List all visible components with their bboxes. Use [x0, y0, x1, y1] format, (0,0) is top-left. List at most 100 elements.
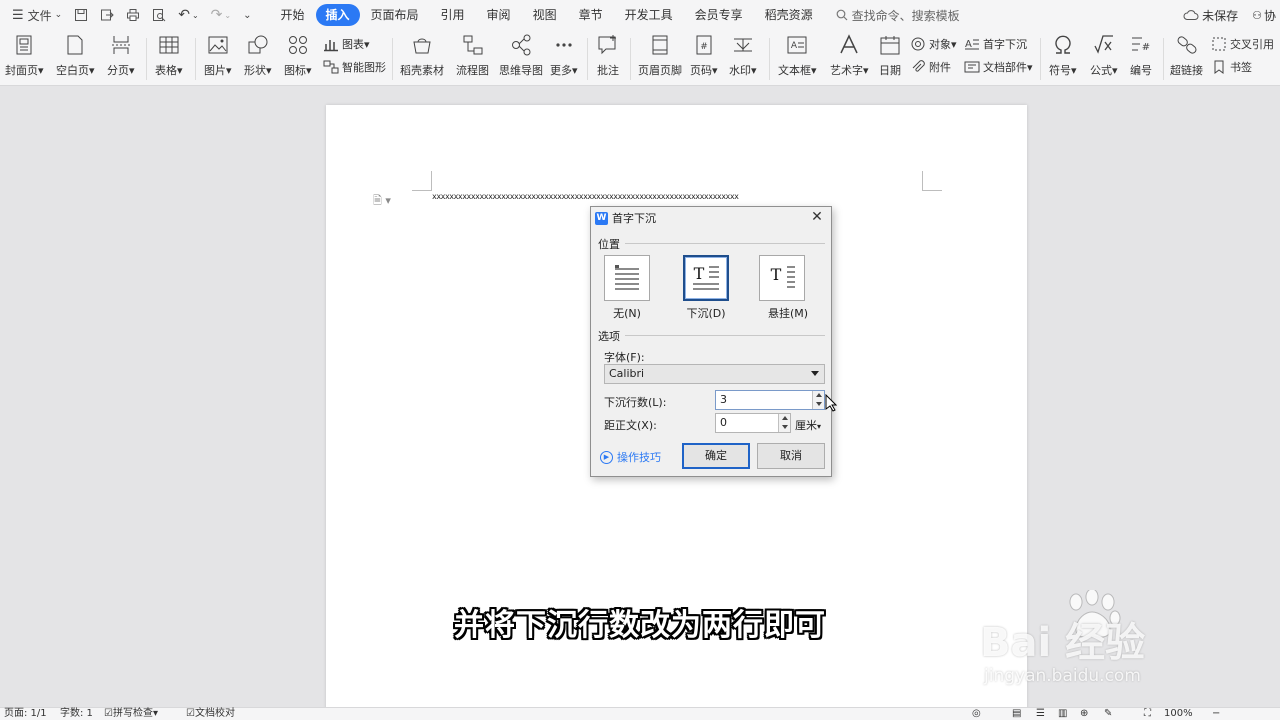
tab-member[interactable]: 会员专享	[684, 4, 754, 26]
redo-icon[interactable]: ↷ ⌄	[207, 4, 235, 26]
page-count[interactable]: 页面: 1/1	[4, 708, 47, 720]
page-view-icon[interactable]: ▤	[1012, 708, 1021, 720]
print-preview-icon[interactable]	[148, 4, 170, 26]
zoom-out-icon[interactable]: −	[1212, 708, 1220, 720]
tab-home[interactable]: 开始	[269, 4, 315, 26]
mindmap-button[interactable]: 思维导图	[499, 34, 543, 78]
symbol-button[interactable]: 符号▾	[1049, 34, 1077, 78]
undo-icon[interactable]: ↶ ⌄	[174, 4, 202, 26]
outline-view-icon[interactable]: ☰	[1036, 708, 1045, 720]
bookmark-button[interactable]: 书签	[1211, 59, 1252, 75]
spellcheck-toggle[interactable]: ☑拼写检查▾	[104, 708, 158, 720]
proofread-button[interactable]: ☑文档校对	[186, 708, 235, 720]
file-menu-button[interactable]: ☰ 文件 ⌄	[8, 4, 66, 26]
tab-developer[interactable]: 开发工具	[614, 4, 684, 26]
shapes-button[interactable]: 形状▾	[244, 34, 272, 78]
svg-text:#: #	[1142, 42, 1150, 53]
header-footer-label: 页眉页脚	[638, 64, 682, 77]
dialog-title: 首字下沉	[612, 212, 656, 225]
docer-material-button[interactable]: 稻壳素材	[400, 34, 444, 78]
ribbon-separator	[630, 38, 631, 80]
page-break-label: 分页	[107, 64, 129, 77]
cover-page-button[interactable]: 封面页▾	[5, 34, 44, 78]
customize-toolbar-icon[interactable]: ⌄	[239, 4, 255, 26]
drop-cap-button[interactable]: A 首字下沉	[964, 36, 1027, 52]
tab-page-layout[interactable]: 页面布局	[360, 4, 430, 26]
comment-button[interactable]: 批注	[597, 34, 619, 78]
position-none-option[interactable]	[604, 255, 650, 301]
lines-spinner-buttons[interactable]	[812, 391, 824, 409]
print-icon[interactable]	[122, 4, 144, 26]
blank-page-button[interactable]: 空白页▾	[56, 34, 95, 78]
object-button[interactable]: 对象▾	[910, 36, 957, 52]
unsaved-status[interactable]: 未保存	[1183, 7, 1238, 24]
read-view-icon[interactable]: ▥	[1058, 708, 1067, 720]
ribbon-separator	[587, 38, 588, 80]
close-icon[interactable]: ✕	[809, 209, 825, 225]
doc-parts-icon	[964, 61, 980, 73]
header-footer-button[interactable]: 页眉页脚	[638, 34, 682, 78]
hamburger-icon: ☰	[12, 7, 24, 23]
doc-parts-button[interactable]: 文档部件▾	[964, 59, 1033, 75]
position-margin-option[interactable]: T	[759, 255, 805, 301]
eye-protection-icon[interactable]: ◎	[972, 708, 981, 720]
web-view-icon[interactable]: ⊕	[1080, 708, 1088, 720]
table-button[interactable]: 表格▾	[155, 34, 183, 78]
flowchart-button[interactable]: 流程图	[456, 34, 489, 78]
distance-from-text-input[interactable]: 0	[715, 413, 791, 433]
operation-tips-link[interactable]: ▶ 操作技巧	[600, 449, 661, 465]
tab-insert[interactable]: 插入	[315, 4, 360, 26]
cross-ref-button[interactable]: 交叉引用	[1211, 36, 1274, 52]
shapes-label: 形状	[244, 64, 266, 77]
chevron-down-icon: ⌄	[54, 10, 63, 20]
word-count[interactable]: 字数: 1	[60, 708, 93, 720]
more-button[interactable]: 更多▾	[550, 34, 578, 78]
position-dropped-option[interactable]: T	[683, 255, 729, 301]
formula-button[interactable]: 公式▾	[1090, 34, 1118, 78]
page-break-button[interactable]: 分页▾	[107, 34, 135, 78]
watermark-button[interactable]: 水印▾	[729, 34, 757, 78]
fit-page-icon[interactable]: ⛶	[1144, 708, 1151, 720]
wordart-button[interactable]: 艺术字▾	[830, 34, 869, 78]
object-label: 对象	[929, 38, 951, 51]
document-body-text[interactable]: xxxxxxxxxxxxxxxxxxxxxxxxxxxxxxxxxxxxxxxx…	[432, 192, 739, 201]
export-icon[interactable]	[96, 4, 118, 26]
command-search[interactable]: 查找命令、搜索模板	[836, 7, 960, 24]
save-icon[interactable]	[70, 4, 92, 26]
distance-unit-select[interactable]: 厘米▾	[795, 417, 821, 433]
collaborate-button[interactable]: ⚇ 协	[1252, 7, 1276, 24]
smart-graphic-button[interactable]: 智能图形	[323, 59, 386, 75]
lines-to-drop-input[interactable]: 3	[715, 390, 825, 410]
distance-from-text-value: 0	[720, 416, 727, 429]
cancel-button[interactable]: 取消	[757, 443, 825, 469]
picture-button[interactable]: 图片▾	[204, 34, 232, 78]
zoom-level[interactable]: 100%	[1164, 708, 1193, 720]
distance-spinner-buttons[interactable]	[778, 414, 790, 432]
font-select-value: Calibri	[609, 367, 645, 380]
wordart-icon	[840, 34, 858, 54]
dialog-title-bar[interactable]: W 首字下沉	[591, 207, 831, 229]
lines-field-label: 下沉行数(L):	[604, 396, 667, 409]
font-select[interactable]: Calibri	[604, 364, 825, 384]
edit-icon[interactable]: ✎	[1104, 708, 1112, 720]
picture-label: 图片	[204, 64, 226, 77]
attachment-button[interactable]: 附件	[910, 59, 951, 75]
paragraph-layout-icon[interactable]: 🗎 ▾	[373, 192, 391, 211]
tab-review[interactable]: 审阅	[476, 4, 522, 26]
position-none-label: 无(N)	[613, 307, 641, 320]
watermark-icon	[733, 38, 752, 52]
numbering-button[interactable]: # 编号	[1130, 34, 1152, 78]
tab-references[interactable]: 引用	[430, 4, 476, 26]
tab-view[interactable]: 视图	[522, 4, 568, 26]
ok-button[interactable]: 确定	[682, 443, 750, 469]
textbox-button[interactable]: A 文本框▾	[778, 34, 817, 78]
tab-docer-resources[interactable]: 稻壳资源	[754, 4, 824, 26]
hyperlink-button[interactable]: 超链接	[1170, 34, 1203, 78]
menu-bar: ☰ 文件 ⌄ ↶ ⌄ ↷ ⌄ ⌄ 开始 插入 页面布局 引用 审阅 视图 章节 开发…	[0, 0, 1280, 30]
date-button[interactable]: 日期	[879, 34, 901, 78]
page-number-button[interactable]: # 页码▾	[690, 34, 718, 78]
comment-label: 批注	[597, 64, 619, 77]
tab-section[interactable]: 章节	[568, 4, 614, 26]
chart-button[interactable]: 图表▾	[323, 36, 370, 52]
icons-button[interactable]: 图标▾	[284, 34, 312, 78]
